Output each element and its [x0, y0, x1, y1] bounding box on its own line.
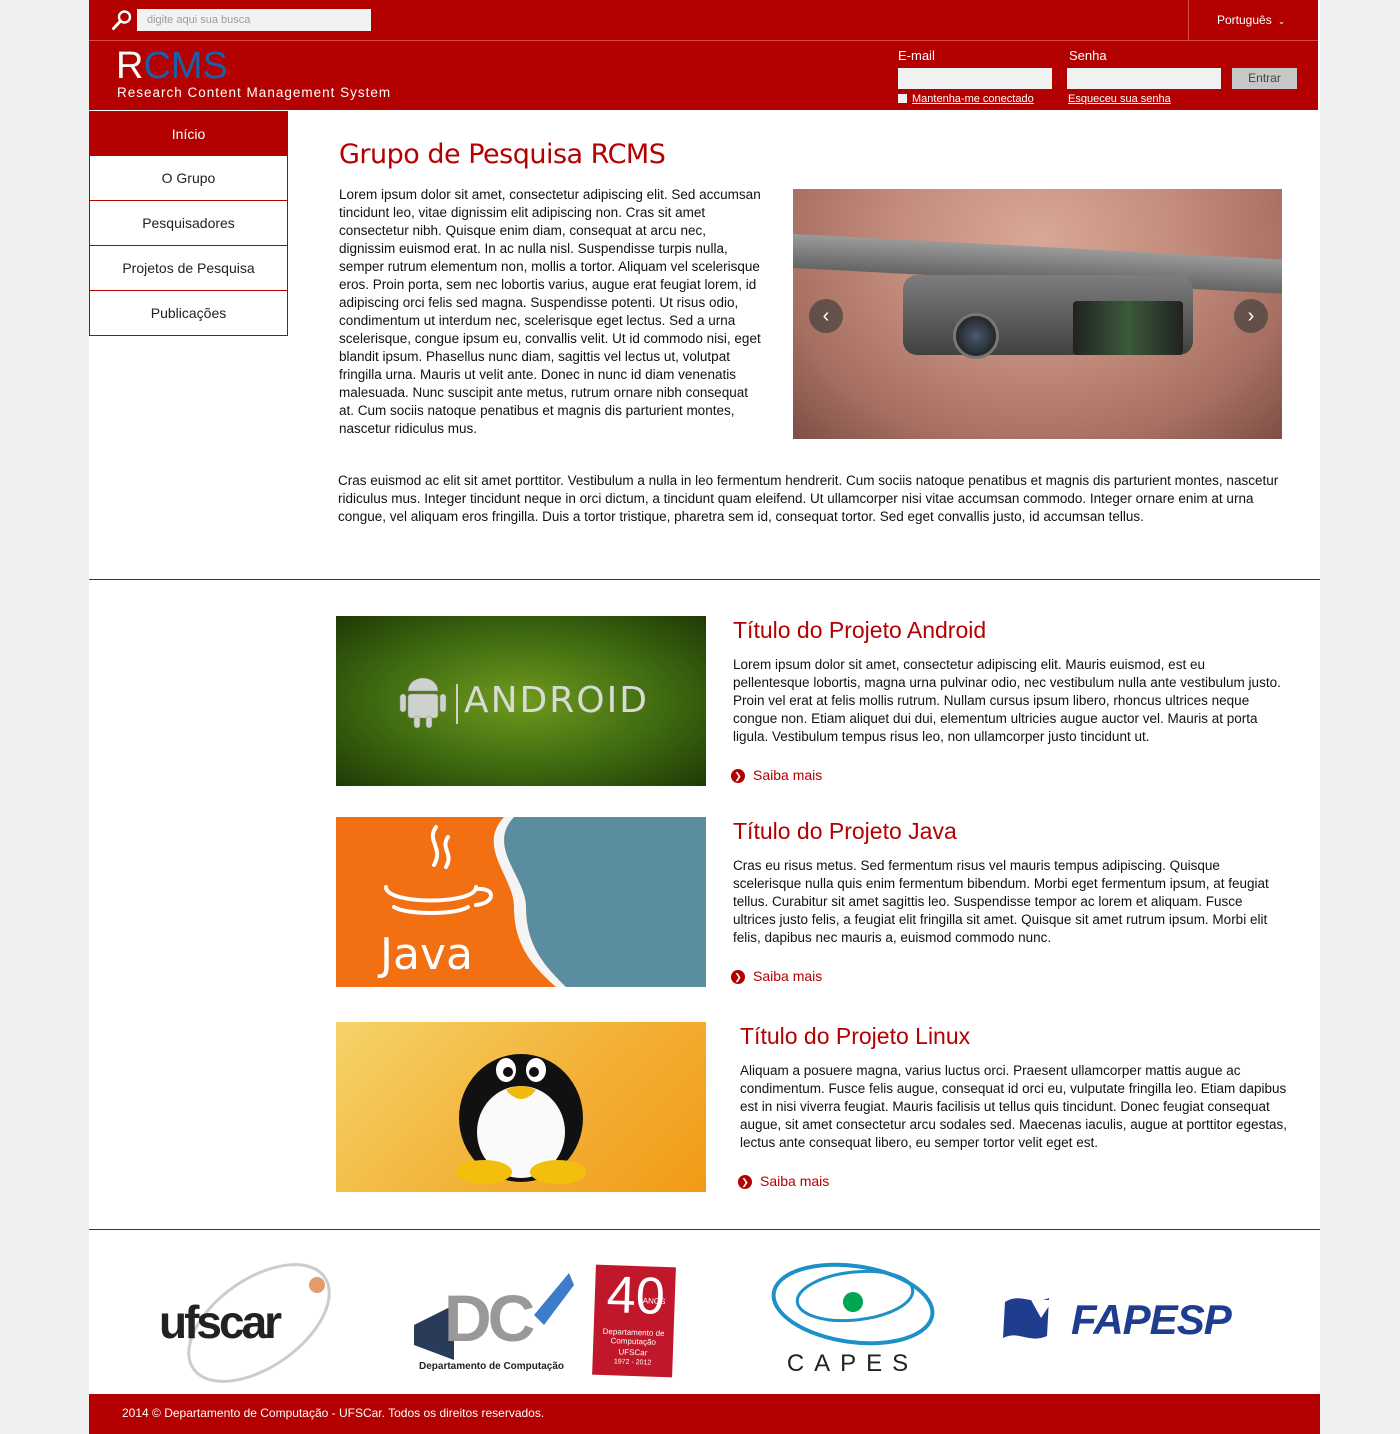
saiba-mais-label: Saiba mais [760, 1173, 830, 1189]
language-selector[interactable]: Português ⌄ [1217, 13, 1285, 27]
carousel-image-prism [1073, 301, 1183, 355]
stamp-caption: Departamento de Computação [602, 1326, 665, 1347]
top-bar: Português ⌄ [89, 0, 1318, 41]
project-title-android[interactable]: Título do Projeto Android [733, 617, 986, 644]
project-title-linux[interactable]: Título do Projeto Linux [740, 1023, 970, 1050]
sidebar-item-projetos[interactable]: Projetos de Pesquisa [89, 246, 288, 291]
saiba-mais-link-linux[interactable]: ❯ Saiba mais [738, 1173, 829, 1189]
ufscar-logo[interactable]: ufscar [159, 1255, 339, 1385]
saiba-mais-link-android[interactable]: ❯ Saiba mais [731, 767, 822, 783]
dc-logo-caption: Departamento de Computação [419, 1361, 565, 1372]
forgot-password-link[interactable]: Esqueceu sua senha [1068, 93, 1171, 105]
email-label: E-mail [898, 48, 935, 63]
tux-penguin-icon [456, 1054, 586, 1184]
java-project-image[interactable]: Java [336, 817, 706, 987]
logo-r: R [116, 45, 144, 87]
project-text-java: Cras eu risus metus. Sed fermentum risus… [733, 858, 1269, 945]
arrow-right-icon: ❯ [731, 970, 745, 984]
sidebar-item-publicacoes[interactable]: Publicações [89, 291, 288, 336]
search-icon[interactable] [111, 9, 133, 31]
stamp-ufscar: UFSCar [618, 1347, 648, 1358]
java-image-text: Java [380, 929, 473, 980]
password-field[interactable] [1067, 68, 1221, 89]
carousel-prev-button[interactable]: ‹ [809, 299, 843, 333]
stamp-anos: ANOS [642, 1296, 666, 1307]
checkbox-box[interactable] [898, 94, 907, 103]
footer: 2014 © Departamento de Computação - UFSC… [89, 1394, 1320, 1434]
fapesp-flag-icon [1003, 1298, 1053, 1339]
intro-paragraph: Lorem ipsum dolor sit amet, consectetur … [339, 187, 761, 436]
page-title: Grupo de Pesquisa RCMS [339, 139, 666, 170]
enter-button[interactable]: Entrar [1232, 68, 1297, 89]
keep-connected-checkbox[interactable]: Mantenha-me conectado [898, 93, 1034, 105]
android-project-image[interactable]: ANDROID [336, 616, 706, 786]
hero-carousel: ‹ › [793, 189, 1282, 439]
page: Português ⌄ RCMS Research Content Managem… [89, 0, 1320, 1434]
divider [89, 1229, 1320, 1230]
saiba-mais-link-java[interactable]: ❯ Saiba mais [731, 968, 822, 984]
fapesp-logo[interactable]: FAPESP [1001, 1292, 1251, 1352]
logo[interactable]: RCMS [116, 46, 228, 86]
sidebar-item-inicio[interactable]: Início [89, 111, 288, 156]
password-label: Senha [1069, 48, 1107, 63]
sidebar-item-o-grupo[interactable]: O Grupo [89, 156, 288, 201]
divider [1188, 0, 1189, 40]
second-paragraph: Cras euismod ac elit sit amet porttitor.… [338, 473, 1279, 524]
project-title-java[interactable]: Título do Projeto Java [733, 818, 957, 845]
capes-ellipses [771, 1262, 935, 1346]
dc-logo-text: DC [444, 1281, 535, 1355]
fapesp-logo-text: FAPESP [1071, 1296, 1232, 1343]
project-text-linux: Aliquam a posuere magna, varius luctus o… [740, 1063, 1288, 1150]
chevron-down-icon: ⌄ [1277, 16, 1286, 26]
footer-copyright: 2014 © Departamento de Computação - UFSC… [122, 1406, 545, 1420]
dc-logo[interactable]: DC Departamento de Computação [414, 1265, 584, 1380]
email-field[interactable] [898, 68, 1052, 89]
stamp-years: 1972 - 2012 [613, 1358, 652, 1367]
saiba-mais-label: Saiba mais [753, 968, 823, 984]
carousel-next-button[interactable]: › [1234, 299, 1268, 333]
arrow-right-icon: ❯ [738, 1175, 752, 1189]
saiba-mais-label: Saiba mais [753, 767, 823, 783]
dc-40-anos-stamp: 40 ANOS Departamento de Computação UFSCa… [592, 1264, 676, 1378]
linux-project-image[interactable] [336, 1022, 706, 1192]
keep-connected-label: Mantenha-me conectado [912, 93, 1034, 105]
sidebar: Início O Grupo Pesquisadores Projetos de… [89, 111, 288, 336]
divider [89, 579, 1320, 580]
project-text-android: Lorem ipsum dolor sit amet, consectetur … [733, 657, 1281, 744]
search-input[interactable] [137, 9, 371, 31]
tagline: Research Content Management System [117, 85, 392, 100]
carousel-image-lens [953, 313, 999, 359]
capes-logo-text: CAPES [786, 1350, 919, 1377]
sidebar-item-pesquisadores[interactable]: Pesquisadores [89, 201, 288, 246]
android-image-text: ANDROID [464, 680, 649, 721]
ufscar-logo-text: ufscar [159, 1296, 282, 1348]
language-label: Português [1217, 13, 1272, 27]
capes-logo[interactable]: CAPES [765, 1256, 940, 1381]
header: RCMS Research Content Management System … [89, 41, 1318, 110]
arrow-right-icon: ❯ [731, 769, 745, 783]
logo-cms: CMS [143, 45, 228, 87]
